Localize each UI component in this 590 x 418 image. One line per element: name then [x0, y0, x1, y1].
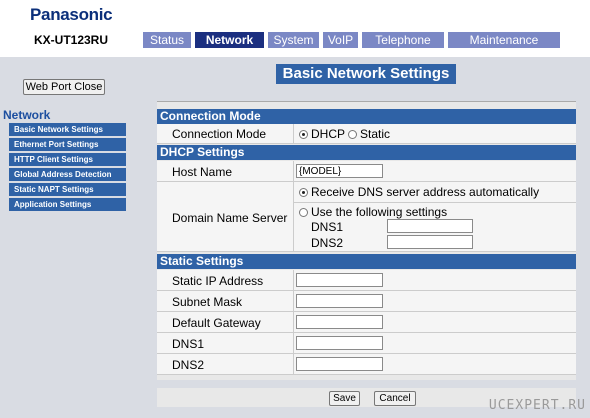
dhcp-dns2-label: DNS2	[311, 236, 344, 250]
subnet-mask-input[interactable]	[296, 294, 383, 308]
column-divider	[293, 270, 294, 291]
dns-manual-radio[interactable]	[299, 208, 308, 217]
host-name-label: Host Name	[172, 165, 233, 179]
default-gateway-label: Default Gateway	[172, 316, 261, 330]
top-nav-tabs: Status Network System VoIP Telephone Mai…	[143, 32, 564, 48]
dns-auto-radio[interactable]	[299, 188, 308, 197]
dhcp-radio[interactable]	[299, 130, 308, 139]
save-button[interactable]: Save	[329, 391, 360, 406]
column-divider	[293, 124, 294, 144]
sidebar-item-http-client[interactable]: HTTP Client Settings	[9, 153, 126, 166]
divider	[157, 101, 576, 102]
static-dns2-input[interactable]	[296, 357, 383, 371]
host-name-input[interactable]: {MODEL}	[296, 164, 383, 178]
column-divider	[293, 161, 294, 182]
column-divider	[293, 333, 294, 354]
column-divider	[293, 291, 294, 312]
static-radio[interactable]	[348, 130, 357, 139]
tab-voip[interactable]: VoIP	[323, 32, 358, 48]
connection-mode-label: Connection Mode	[172, 127, 267, 141]
sidebar-item-basic-network[interactable]: Basic Network Settings	[9, 123, 126, 136]
tab-maintenance[interactable]: Maintenance	[448, 32, 560, 48]
tab-telephone[interactable]: Telephone	[362, 32, 444, 48]
sidebar-menu: Basic Network Settings Ethernet Port Set…	[9, 123, 126, 213]
tab-system[interactable]: System	[268, 32, 319, 48]
static-settings-header: Static Settings	[157, 254, 576, 269]
default-gateway-input[interactable]	[296, 315, 383, 329]
sidebar-item-global-address[interactable]: Global Address Detection	[9, 168, 126, 181]
column-divider	[293, 312, 294, 333]
static-ip-input[interactable]	[296, 273, 383, 287]
cancel-button[interactable]: Cancel	[374, 391, 416, 406]
static-dns1-label: DNS1	[172, 337, 205, 351]
tab-status[interactable]: Status	[143, 32, 191, 48]
static-radio-label: Static	[360, 127, 391, 141]
sidebar-item-static-napt[interactable]: Static NAPT Settings	[9, 183, 126, 196]
dhcp-dns1-label: DNS1	[311, 220, 344, 234]
subnet-mask-label: Subnet Mask	[172, 295, 243, 309]
watermark: UCEXPERT.RU	[488, 398, 586, 413]
dhcp-dns2-input[interactable]	[387, 235, 473, 249]
static-dns2-label: DNS2	[172, 358, 205, 372]
page-title: Basic Network Settings	[276, 64, 456, 84]
column-divider	[293, 354, 294, 375]
static-ip-label: Static IP Address	[172, 274, 264, 288]
dhcp-radio-label: DHCP	[311, 127, 346, 141]
dns-label: Domain Name Server	[172, 211, 288, 225]
web-port-close-button[interactable]: Web Port Close	[23, 79, 105, 95]
connection-mode-header: Connection Mode	[157, 109, 576, 124]
column-divider	[293, 182, 294, 252]
sidebar-section-title: Network	[3, 108, 51, 122]
brand-logo: Panasonic	[30, 5, 113, 24]
divider	[294, 202, 576, 203]
dhcp-dns1-input[interactable]	[387, 219, 473, 233]
tab-network[interactable]: Network	[195, 32, 264, 48]
sidebar-item-application[interactable]: Application Settings	[9, 198, 126, 211]
dns-manual-label: Use the following settings	[311, 205, 448, 219]
dns-auto-label: Receive DNS server address automatically	[311, 185, 540, 199]
static-dns1-input[interactable]	[296, 336, 383, 350]
sidebar-item-ethernet-port[interactable]: Ethernet Port Settings	[9, 138, 126, 151]
model-name: KX-UT123RU	[34, 33, 109, 47]
dhcp-settings-header: DHCP Settings	[157, 145, 576, 160]
